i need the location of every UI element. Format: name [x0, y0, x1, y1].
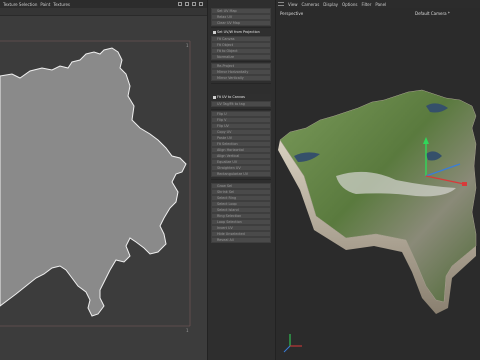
tool-select-ring[interactable]: Select Ring: [211, 195, 271, 201]
menu-texture-selection[interactable]: Texture Selection: [3, 2, 37, 7]
tool-fit-to-object[interactable]: Fit to Object: [211, 48, 271, 54]
tool-fit-canvas[interactable]: Fit Canvas: [211, 36, 271, 42]
tool-separator: [211, 109, 271, 110]
uv-tools-panel: Set UV Map Relax UV Clear UV Map Set UV/…: [207, 0, 276, 360]
tool-mirror-vertically[interactable]: Mirror Vertically: [211, 75, 271, 81]
tool-straighten-uv[interactable]: Straighten UV: [211, 165, 271, 171]
tool-hide-unselected[interactable]: Hide Unselected: [211, 231, 271, 237]
tool-set-uvw-from-projection[interactable]: Set UV/W from Projection: [211, 29, 271, 35]
tool-flip-v[interactable]: Flip V: [211, 117, 271, 123]
uv-toolbar: [0, 8, 207, 16]
menu-textures[interactable]: Textures: [53, 2, 70, 7]
gizmo-x-handle-icon: [462, 182, 467, 186]
uv-canvas-drawing: 1 1: [0, 16, 207, 360]
tool-select-loop[interactable]: Select Loop: [211, 201, 271, 207]
tool-select-island[interactable]: Select Island: [211, 207, 271, 213]
checkerboard-icon: [213, 96, 216, 99]
tool-normalize[interactable]: Normalize: [211, 54, 271, 60]
tool-separator: [211, 27, 271, 28]
tool-ring-selection[interactable]: Ring Selection: [211, 213, 271, 219]
tool-fit-object[interactable]: Fit Object: [211, 42, 271, 48]
tool-align-horizontal[interactable]: Align Horizontal: [211, 147, 271, 153]
tool-separator: [211, 179, 271, 180]
tool-uv-tag-fit[interactable]: UV Tag/Fit to tag: [211, 101, 271, 107]
menu-display[interactable]: Display: [323, 2, 338, 7]
tool-active-label: Set UV/W from Projection: [217, 30, 260, 34]
menu-filter[interactable]: Filter: [361, 2, 371, 7]
viewport-menubar: View Cameras Display Options Filter Pane…: [276, 0, 480, 8]
frame-icon[interactable]: [192, 2, 196, 6]
tool-re-project[interactable]: Re-Project: [211, 63, 271, 69]
menu-cameras[interactable]: Cameras: [302, 2, 320, 7]
tool-rectangularize-uv[interactable]: Rectangularize UV: [211, 171, 271, 177]
tool-fit-uv-label: Fit UV to Canvas: [217, 95, 245, 99]
menu-options[interactable]: Options: [342, 2, 357, 7]
tool-paste-uv[interactable]: Paste UV: [211, 135, 271, 141]
viewport-canvas[interactable]: [276, 16, 480, 360]
uv-menubar: Texture Selection Paint Textures: [0, 0, 207, 8]
menu-view[interactable]: View: [288, 2, 298, 7]
tool-copy-uv[interactable]: Copy UV: [211, 129, 271, 135]
tool-shrink-sel[interactable]: Shrink Sel: [211, 189, 271, 195]
tool-flip-uv[interactable]: Flip UV: [211, 123, 271, 129]
tool-separator: [211, 83, 271, 84]
tool-separator: [211, 61, 271, 62]
viewport-3d: View Cameras Display Options Filter Pane…: [276, 0, 480, 360]
tool-grow-sel[interactable]: Grow Sel: [211, 183, 271, 189]
tool-fit-uv-to-canvas[interactable]: Fit UV to Canvas: [211, 94, 271, 100]
move-icon[interactable]: [178, 2, 182, 6]
checkerboard-icon: [213, 31, 216, 34]
uv-nav-icons: [178, 2, 203, 6]
menu-paint[interactable]: Paint: [40, 2, 50, 7]
zoom-icon[interactable]: [185, 2, 189, 6]
uv-editor-panel: Texture Selection Paint Textures 1 1: [0, 0, 207, 360]
tool-set-uv-map[interactable]: Set UV Map: [211, 8, 271, 14]
uv-canvas[interactable]: 1 1: [0, 16, 207, 360]
menu-panel[interactable]: Panel: [375, 2, 386, 7]
tool-mirror-horizontally[interactable]: Mirror Horizontally: [211, 69, 271, 75]
tool-flip-u[interactable]: Flip U: [211, 111, 271, 117]
tool-reveal-all[interactable]: Reveal All: [211, 237, 271, 243]
tool-clear-uv-map[interactable]: Clear UV Map: [211, 20, 271, 26]
tool-fit-selection[interactable]: Fit Selection: [211, 141, 271, 147]
tool-align-vertical[interactable]: Align Vertical: [211, 153, 271, 159]
tool-relax-uv[interactable]: Relax UV: [211, 14, 271, 20]
tool-loop-selection[interactable]: Loop Selection: [211, 219, 271, 225]
maximize-icon[interactable]: [199, 2, 203, 6]
panel-grip-icon[interactable]: [278, 2, 284, 6]
tool-invert-uv[interactable]: Invert UV: [211, 225, 271, 231]
tool-equalize-uv[interactable]: Equalize UV: [211, 159, 271, 165]
